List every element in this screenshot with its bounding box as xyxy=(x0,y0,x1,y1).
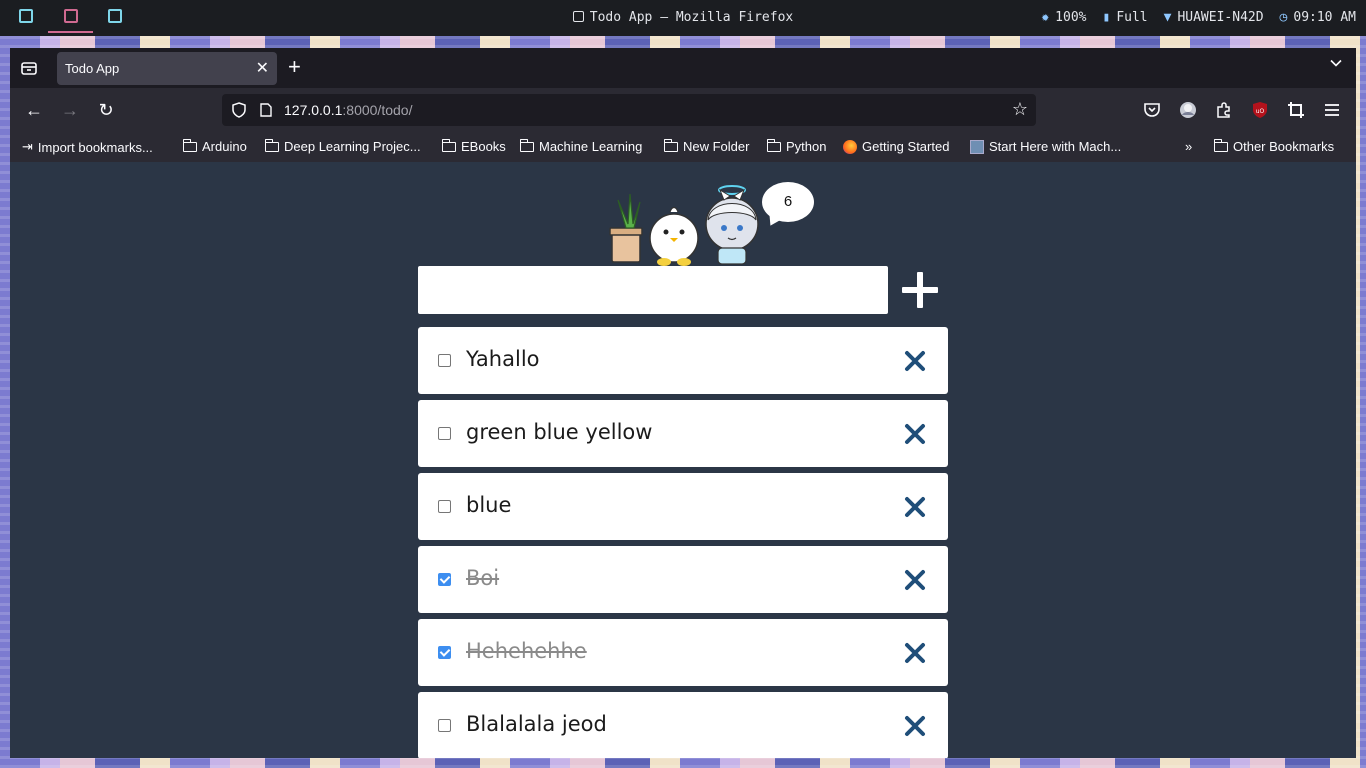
delete-x-icon[interactable] xyxy=(904,569,926,591)
todo-text-completed[interactable]: Boi xyxy=(466,566,499,590)
more-bookmarks-chevron-icon[interactable]: » xyxy=(1185,139,1192,154)
clock[interactable]: ◷ 09:10 AM xyxy=(1280,10,1356,25)
forward-icon[interactable]: → xyxy=(59,99,81,121)
todo-checkbox[interactable] xyxy=(438,500,451,513)
page-info-icon[interactable] xyxy=(260,103,272,117)
system-tray: ✹ 100% ▮ Full ▼ HUAWEI-N42D ◷ 09:10 AM xyxy=(1041,10,1356,25)
todo-text[interactable]: blue xyxy=(466,493,511,517)
anime-girl-mascot-icon xyxy=(705,185,759,265)
bookmark-folder-new-folder[interactable]: New Folder xyxy=(663,138,749,154)
brightness-indicator[interactable]: ✹ 100% xyxy=(1041,10,1086,25)
active-workspace-indicator xyxy=(48,31,93,33)
tab-strip: Todo App ✕ + xyxy=(10,48,1356,88)
bookmark-import[interactable]: ⇥ Import bookmarks... xyxy=(22,139,153,155)
delete-x-icon[interactable] xyxy=(904,423,926,445)
bookmark-folder-ebooks[interactable]: EBooks xyxy=(441,138,506,154)
folder-icon xyxy=(264,138,279,152)
folder-icon xyxy=(519,138,534,152)
brightness-icon: ✹ xyxy=(1041,10,1050,25)
bookmark-folder-arduino[interactable]: Arduino xyxy=(182,138,247,154)
extensions-puzzle-icon[interactable] xyxy=(1214,100,1234,120)
list-all-tabs-icon[interactable] xyxy=(1330,57,1342,69)
wifi-indicator[interactable]: ▼ HUAWEI-N42D xyxy=(1164,10,1264,25)
folder-icon xyxy=(1213,138,1228,152)
screenshot-crop-icon[interactable] xyxy=(1286,100,1306,120)
folder-icon xyxy=(182,138,197,152)
todo-page: 6 Yahallo green blue yellow blue Boi Heh… xyxy=(10,162,1356,758)
clock-icon: ◷ xyxy=(1279,10,1288,25)
hamburger-menu-icon[interactable] xyxy=(1322,100,1342,120)
battery-icon: ▮ xyxy=(1102,10,1111,25)
tab-close-icon[interactable]: ✕ xyxy=(256,58,269,78)
todo-checkbox-checked[interactable] xyxy=(438,573,451,586)
bookmark-getting-started[interactable]: Getting Started xyxy=(843,139,949,154)
todo-text[interactable]: Blalalala jeod xyxy=(466,712,607,736)
todo-list: Yahallo green blue yellow blue Boi Heheh xyxy=(418,327,948,758)
url-text[interactable]: 127.0.0.1:8000/todo/ xyxy=(284,102,412,118)
delete-x-icon[interactable] xyxy=(904,496,926,518)
back-icon[interactable]: ← xyxy=(23,99,45,121)
bookmark-folder-python[interactable]: Python xyxy=(766,138,826,154)
navigation-toolbar: ← → ↻ 127.0.0.1:8000/todo/ ☆ uO xyxy=(10,88,1356,132)
pocket-icon[interactable] xyxy=(1142,100,1162,120)
todo-item: Boi xyxy=(418,546,948,613)
svg-text:uO: uO xyxy=(1256,108,1265,115)
bookmark-folder-machine-learning[interactable]: Machine Learning xyxy=(519,138,642,154)
new-tab-icon[interactable]: + xyxy=(288,54,301,80)
todo-item: Yahallo xyxy=(418,327,948,394)
todo-text-completed[interactable]: Hehehehhe xyxy=(466,639,587,663)
add-task-plus-icon[interactable] xyxy=(900,270,940,310)
folder-icon xyxy=(766,138,781,152)
site-icon xyxy=(970,139,984,154)
bookmark-folder-deep-learning[interactable]: Deep Learning Projec... xyxy=(264,138,421,154)
potted-plant-icon xyxy=(609,193,643,263)
window-icon xyxy=(572,11,584,22)
folder-icon xyxy=(441,138,456,152)
battery-indicator[interactable]: ▮ Full xyxy=(1102,10,1147,25)
todo-item: green blue yellow xyxy=(418,400,948,467)
wifi-icon: ▼ xyxy=(1163,10,1172,25)
firefox-icon xyxy=(843,139,857,154)
todo-checkbox[interactable] xyxy=(438,354,451,367)
new-task-input[interactable] xyxy=(418,266,888,314)
delete-x-icon[interactable] xyxy=(904,715,926,737)
system-panel: Todo App — Mozilla Firefox ✹ 100% ▮ Full ▼… xyxy=(0,0,1366,36)
bookmarks-toolbar: ⇥ Import bookmarks... Arduino Deep Learni… xyxy=(10,132,1356,162)
import-icon: ⇥ xyxy=(22,139,33,154)
account-avatar-icon[interactable] xyxy=(1178,100,1198,120)
tracking-protection-shield-icon[interactable] xyxy=(232,102,246,118)
todo-item: Blalalala jeod xyxy=(418,692,948,758)
todo-checkbox[interactable] xyxy=(438,719,451,732)
task-count-bubble: 6 xyxy=(762,182,814,222)
other-bookmarks-folder[interactable]: Other Bookmarks xyxy=(1213,138,1334,154)
todo-text[interactable]: green blue yellow xyxy=(466,420,652,444)
todo-checkbox[interactable] xyxy=(438,427,451,440)
tab-todo-app[interactable]: Todo App ✕ xyxy=(57,52,277,85)
ublock-origin-icon[interactable]: uO xyxy=(1250,100,1270,120)
browser-window: Todo App ✕ + ← → ↻ 127.0.0.1:8000/todo/ … xyxy=(10,48,1356,758)
folder-icon xyxy=(663,138,678,152)
bookmark-start-here[interactable]: Start Here with Mach... xyxy=(970,139,1121,154)
todo-text[interactable]: Yahallo xyxy=(466,347,540,371)
todo-item: blue xyxy=(418,473,948,540)
todo-item: Hehehehhe xyxy=(418,619,948,686)
chick-mascot-icon xyxy=(649,206,699,266)
bookmark-star-icon[interactable]: ☆ xyxy=(1012,99,1028,120)
todo-checkbox-checked[interactable] xyxy=(438,646,451,659)
delete-x-icon[interactable] xyxy=(904,350,926,372)
reload-icon[interactable]: ↻ xyxy=(95,99,117,121)
firefox-view-icon[interactable] xyxy=(18,58,40,78)
address-bar[interactable]: 127.0.0.1:8000/todo/ ☆ xyxy=(222,94,1036,126)
delete-x-icon[interactable] xyxy=(904,642,926,664)
